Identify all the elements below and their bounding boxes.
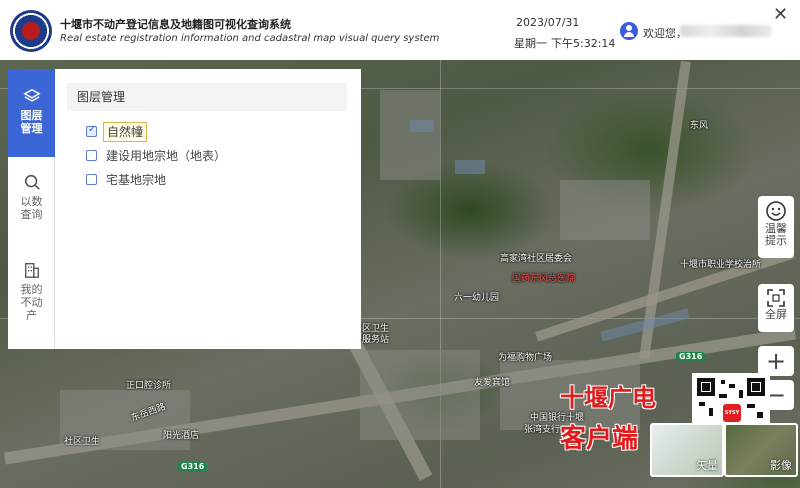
map-label: 十堰市职业学校治所 xyxy=(680,260,762,270)
map-label: 阳光酒店 xyxy=(163,431,200,441)
highway-badge: G316 xyxy=(676,352,706,361)
map-block xyxy=(360,350,480,440)
system-logo-icon xyxy=(10,10,52,52)
watermark-line1: 十堰广电 xyxy=(560,383,656,412)
building-icon xyxy=(24,263,39,278)
fullscreen-button[interactable]: 全屏 xyxy=(758,284,794,332)
smile-icon xyxy=(766,201,786,221)
basemap-imagery-label: 影像 xyxy=(770,459,792,472)
map-building xyxy=(455,160,485,174)
tip-label: 温馨 提示 xyxy=(765,222,787,247)
map-label: 东风 xyxy=(690,121,709,131)
basemap-vector-label: 矢量 xyxy=(696,459,718,472)
fullscreen-label: 全屏 xyxy=(765,308,787,321)
map-label: 国药东风总医院 xyxy=(512,274,576,284)
current-weekday: 星期一 xyxy=(514,37,547,50)
map-label: 高家湾社区居委会 xyxy=(500,254,573,264)
side-navigation: 图层 管理 以数 查询 我的 不动 产 xyxy=(8,69,55,349)
map-label: 张湾支行 xyxy=(524,425,561,435)
layer-management-panel: 图层管理 自然幢 建设用地宗地（地表） 宅基地宗地 xyxy=(55,69,361,349)
map-label: 六一幼儿园 xyxy=(454,293,500,303)
layer-label: 宅基地宗地 xyxy=(106,173,167,187)
layers-icon xyxy=(22,88,41,102)
tip-button[interactable]: 温馨 提示 xyxy=(758,196,794,258)
map-label: 为福购物广场 xyxy=(498,353,553,363)
user-avatar-icon[interactable] xyxy=(620,22,638,40)
panel-title: 图层管理 xyxy=(67,83,347,111)
blurred-username xyxy=(680,25,772,37)
fullscreen-icon xyxy=(767,289,785,307)
current-date: 2023/07/31 xyxy=(516,16,580,29)
highway-badge: G316 xyxy=(178,462,208,471)
current-time: 下午5:32:14 xyxy=(551,37,616,50)
basemap-imagery-toggle[interactable]: 影像 xyxy=(724,423,798,477)
map-block xyxy=(560,180,650,240)
nav-search-by-number[interactable]: 以数 查询 xyxy=(8,173,55,243)
map-block xyxy=(380,90,440,180)
layer-label: 建设用地宗地（地表） xyxy=(106,149,227,163)
nav-label: 以数 查询 xyxy=(20,195,43,221)
map-label: 友爱宾馆 xyxy=(474,378,511,388)
qr-logo: SYSY xyxy=(723,404,741,422)
map-building xyxy=(410,120,434,132)
search-icon xyxy=(24,174,40,190)
map-label: 区卫生 服务站 xyxy=(362,324,390,345)
layer-checkbox[interactable] xyxy=(86,124,97,137)
system-title: 十堰市不动产登记信息及地籍图可视化查询系统 xyxy=(60,18,291,31)
basemap-vector-toggle[interactable]: 矢量 xyxy=(650,423,724,477)
watermark-line2: 客户端 xyxy=(560,424,639,454)
app-header: 十堰市不动产登记信息及地籍图可视化查询系统 Real estate regist… xyxy=(0,0,800,60)
nav-layer-management[interactable]: 图层 管理 xyxy=(8,69,55,157)
zoom-in-button[interactable]: + xyxy=(758,346,794,376)
nav-label: 图层 管理 xyxy=(20,109,43,135)
nav-my-property[interactable]: 我的 不动 产 xyxy=(8,261,55,341)
close-icon[interactable]: ✕ xyxy=(773,6,788,24)
map-label: 正口腔诊所 xyxy=(126,381,172,391)
system-subtitle: Real estate registration information and… xyxy=(60,33,440,44)
layer-checkbox[interactable] xyxy=(86,174,97,185)
layer-label: 自然幢 xyxy=(103,122,148,142)
map-label: 社区卫生 xyxy=(64,437,101,447)
nav-label: 我的 不动 产 xyxy=(20,283,43,322)
layer-checkbox[interactable] xyxy=(86,150,97,161)
